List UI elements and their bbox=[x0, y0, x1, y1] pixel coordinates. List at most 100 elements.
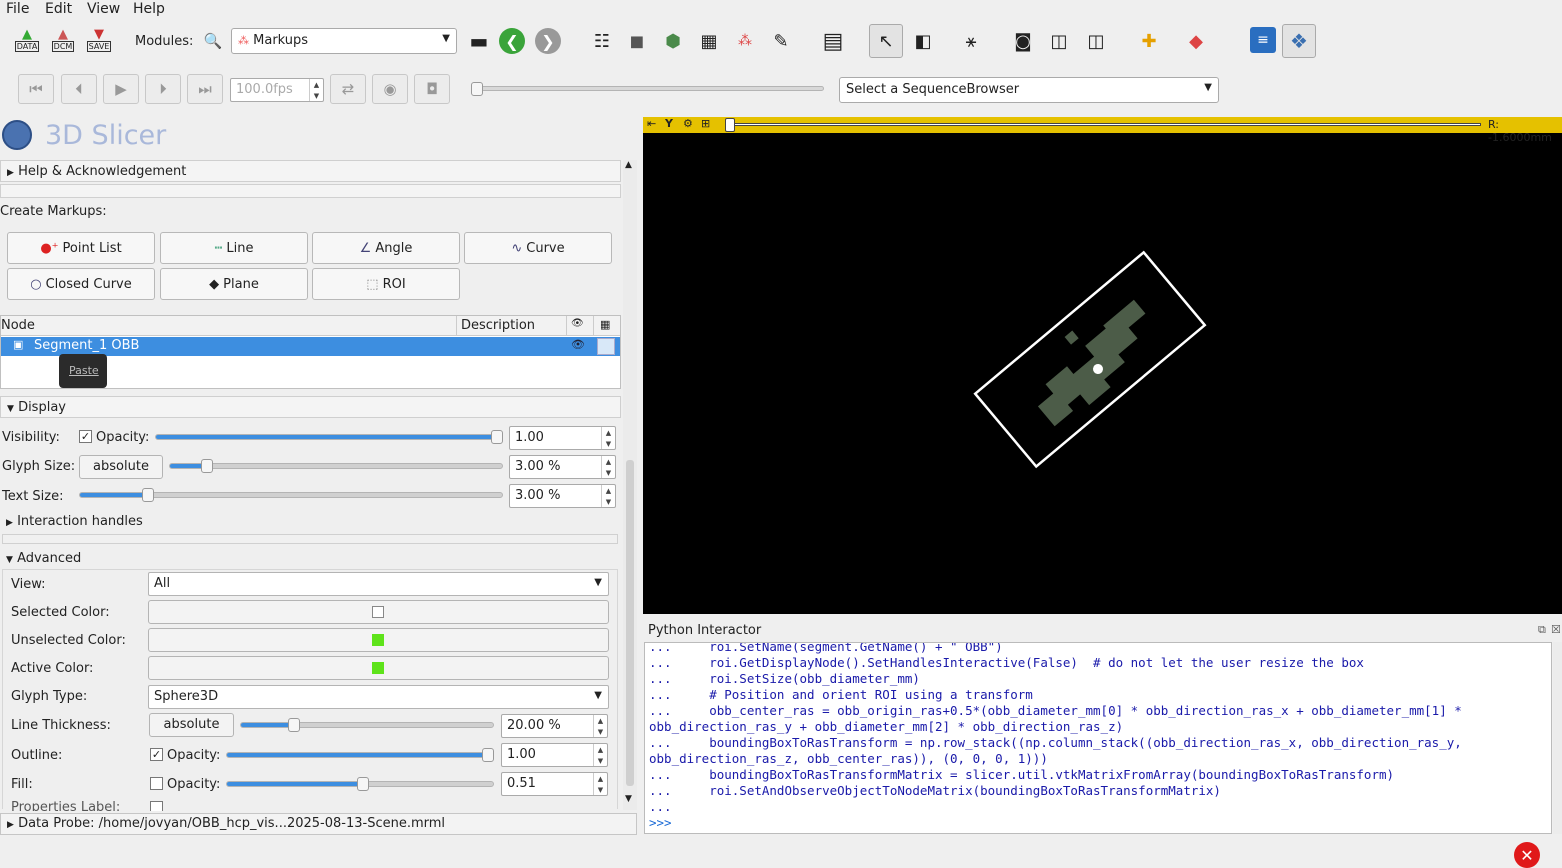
glyph-size-spinbox[interactable]: 3.00 % ▲ ▼ bbox=[509, 455, 616, 479]
slice-offset-slider[interactable] bbox=[727, 123, 1481, 126]
column-visibility-icon[interactable]: 👁 bbox=[566, 316, 588, 336]
point-list-button[interactable]: ●⁺ Point List bbox=[7, 232, 155, 264]
python-prompt[interactable]: >>> bbox=[649, 815, 672, 830]
place-fiducial-icon[interactable]: ✚ bbox=[1136, 28, 1162, 54]
scroll-down-icon[interactable]: ▼ bbox=[625, 794, 632, 804]
volumes-module-icon[interactable]: ◼ bbox=[624, 28, 650, 54]
save-icon[interactable]: ▼ SAVE bbox=[86, 27, 112, 53]
error-log-icon[interactable]: ✕ bbox=[1514, 842, 1540, 868]
opacity-slider-handle[interactable] bbox=[490, 430, 503, 444]
fps-spinbox[interactable]: 100.0fps ▲ ▼ bbox=[230, 78, 324, 102]
fill-opacity-slider[interactable] bbox=[226, 777, 494, 791]
sequence-slider[interactable] bbox=[471, 82, 824, 96]
curve-button[interactable]: ∿ Curve bbox=[464, 232, 612, 264]
python-console-scrollbar[interactable] bbox=[1553, 642, 1562, 834]
glyph-type-selector[interactable]: Sphere3D ▼ bbox=[148, 685, 609, 709]
roi-button[interactable]: ⬚ ROI bbox=[312, 268, 460, 300]
glyph-size-slider-handle[interactable] bbox=[200, 459, 213, 473]
advanced-section[interactable]: ▼ Advanced bbox=[0, 549, 621, 569]
fill-checkbox[interactable] bbox=[150, 777, 163, 790]
menu-help[interactable]: Help bbox=[133, 1, 165, 17]
next-frame-button[interactable]: ⏵ bbox=[145, 74, 181, 104]
scroll-up-icon[interactable]: ▲ bbox=[625, 160, 632, 170]
python-console[interactable]: ... roi.SetName(segment.GetName() + " OB… bbox=[644, 642, 1552, 834]
outline-opacity-slider[interactable] bbox=[226, 748, 494, 762]
slice-offset-handle[interactable] bbox=[725, 118, 735, 132]
glyph-size-slider[interactable] bbox=[169, 459, 503, 473]
line-thickness-slider-handle[interactable] bbox=[287, 718, 300, 732]
visibility-checkbox[interactable]: ✓ bbox=[79, 430, 92, 443]
scene-view-settings-icon[interactable]: ◫ bbox=[1083, 28, 1109, 54]
loop-button[interactable]: ⇄ bbox=[330, 74, 366, 104]
crosshair-icon[interactable]: ⚹ bbox=[958, 28, 984, 54]
glyph-size-mode-button[interactable]: absolute bbox=[79, 455, 163, 479]
transforms-module-icon[interactable]: ▦ bbox=[696, 28, 722, 54]
models-module-icon[interactable]: ⬢ bbox=[660, 28, 686, 54]
left-panel-scrollbar[interactable]: ▲ ▼ bbox=[623, 160, 637, 810]
column-color-icon[interactable]: ▦ bbox=[593, 316, 616, 336]
angle-button[interactable]: ∠ Angle bbox=[312, 232, 460, 264]
module-history-icon[interactable]: ▬ bbox=[466, 28, 492, 54]
close-icon[interactable]: ☒ bbox=[1551, 623, 1561, 636]
sequence-slider-handle[interactable] bbox=[471, 82, 483, 96]
sequence-browser-selector[interactable]: Select a SequenceBrowser ▼ bbox=[839, 77, 1219, 103]
segment-editor-icon[interactable]: ✎ bbox=[768, 28, 794, 54]
line-thickness-mode-button[interactable]: absolute bbox=[149, 713, 234, 737]
layout-icon[interactable]: ▤ bbox=[820, 28, 846, 54]
previous-frame-button[interactable]: ⏴ bbox=[61, 74, 97, 104]
last-frame-button[interactable]: ⏭ bbox=[187, 74, 223, 104]
column-node[interactable]: Node bbox=[1, 318, 35, 333]
line-thickness-spinbox[interactable]: 20.00 % ▲ ▼ bbox=[501, 714, 608, 738]
opacity-slider[interactable] bbox=[155, 430, 503, 444]
unselected-color-button[interactable] bbox=[148, 628, 609, 652]
undock-icon[interactable]: ⧉ bbox=[1538, 623, 1546, 637]
line-button[interactable]: ┅ Line bbox=[160, 232, 308, 264]
view-selector[interactable]: All ▼ bbox=[148, 572, 609, 596]
opacity-spinbox[interactable]: 1.00 ▲ ▼ bbox=[509, 426, 616, 450]
mouse-mode-view-icon[interactable]: ↖ bbox=[869, 24, 903, 58]
active-color-button[interactable] bbox=[148, 656, 609, 680]
window-level-icon[interactable]: ◧ bbox=[910, 28, 936, 54]
forward-icon[interactable]: ❯ bbox=[535, 28, 561, 54]
node-color-swatch[interactable] bbox=[597, 338, 615, 355]
data-module-icon[interactable]: ☷ bbox=[589, 28, 615, 54]
back-icon[interactable]: ❮ bbox=[499, 28, 525, 54]
place-markup-icon[interactable]: ◆ bbox=[1183, 28, 1209, 54]
text-size-slider-handle[interactable] bbox=[141, 488, 154, 502]
python-console-icon[interactable]: ❖ bbox=[1282, 24, 1316, 58]
help-section[interactable]: ▶ Help & Acknowledgement bbox=[0, 160, 621, 182]
text-size-slider[interactable] bbox=[79, 488, 503, 502]
extensions-manager-icon[interactable]: ≡ bbox=[1250, 27, 1276, 53]
plane-button[interactable]: ◆ Plane bbox=[160, 268, 308, 300]
link-icon[interactable]: ⚙ bbox=[683, 117, 693, 130]
line-thickness-slider[interactable] bbox=[240, 718, 494, 732]
outline-opacity-spinbox[interactable]: 1.00 ▲ ▼ bbox=[501, 743, 608, 767]
module-search-icon[interactable]: 🔍 bbox=[200, 28, 226, 54]
markups-module-icon[interactable]: ⁂ bbox=[732, 28, 758, 54]
interaction-handles-section[interactable]: ▶ Interaction handles bbox=[0, 512, 621, 532]
fill-opacity-spinbox[interactable]: 0.51 ▲ ▼ bbox=[501, 772, 608, 796]
pin-icon[interactable]: ⇤ bbox=[647, 117, 656, 130]
scene-view-icon[interactable]: ◫ bbox=[1046, 28, 1072, 54]
screenshot-icon[interactable]: ◙ bbox=[1010, 28, 1036, 54]
load-dicom-icon[interactable]: ▲ DCM bbox=[50, 27, 76, 53]
display-section[interactable]: ▼ Display bbox=[0, 396, 621, 418]
load-data-icon[interactable]: ▲ DATA bbox=[14, 27, 40, 53]
module-selector[interactable]: ⁂ Markups ▼ bbox=[231, 28, 457, 54]
snapshot-button[interactable]: ◘ bbox=[414, 74, 450, 104]
outline-checkbox[interactable]: ✓ bbox=[150, 748, 163, 761]
text-size-spinbox[interactable]: 3.00 % ▲ ▼ bbox=[509, 484, 616, 508]
play-button[interactable]: ▶ bbox=[103, 74, 139, 104]
outline-opacity-slider-handle[interactable] bbox=[481, 748, 494, 762]
layout-grid-icon[interactable]: ⊞ bbox=[701, 117, 710, 130]
scrollbar-thumb[interactable] bbox=[626, 460, 634, 786]
data-probe-section[interactable]: ▶ Data Probe: /home/jovyan/OBB_hcp_vis..… bbox=[0, 813, 637, 835]
first-frame-button[interactable]: ⏮ bbox=[18, 74, 54, 104]
menu-view[interactable]: View bbox=[87, 1, 120, 17]
selected-color-button[interactable] bbox=[148, 600, 609, 624]
eye-icon[interactable]: 👁 bbox=[571, 338, 585, 351]
menu-edit[interactable]: Edit bbox=[45, 1, 72, 17]
slice-view[interactable] bbox=[643, 117, 1562, 614]
fill-opacity-slider-handle[interactable] bbox=[356, 777, 369, 791]
properties-label-checkbox[interactable] bbox=[150, 801, 163, 811]
